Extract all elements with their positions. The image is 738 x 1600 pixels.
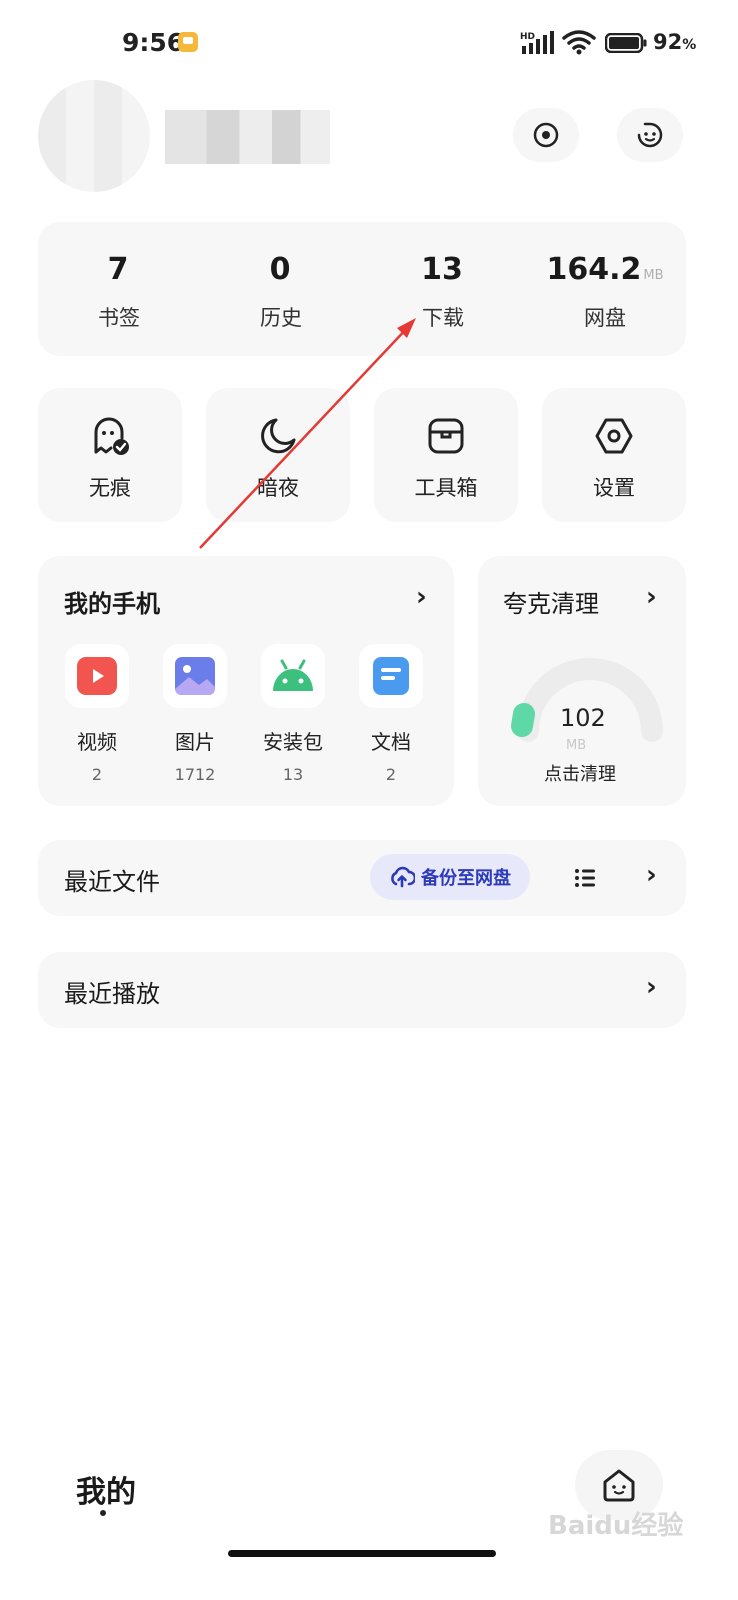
recent-play-row[interactable]: 最近播放 › [38,952,686,1028]
chevron-right-icon[interactable]: › [646,582,657,612]
my-phone-title: 我的手机 [64,590,160,618]
stat-label: 书签 [98,306,140,330]
recent-files-row[interactable]: 最近文件 备份至网盘 › [38,840,686,916]
quark-cleaner-card[interactable]: 夸克清理 › 102 MB 点击清理 [478,556,686,806]
backup-to-cloud-button[interactable]: 备份至网盘 [370,854,530,900]
moon-icon [261,418,296,454]
notification-icon [178,32,198,52]
tile-settings[interactable]: 设置 [542,388,686,522]
stat-label: 历史 [260,306,302,330]
cleaner-action[interactable]: 点击清理 [544,760,616,786]
chevron-right-icon[interactable]: › [646,860,657,890]
backup-label: 备份至网盘 [421,868,511,889]
stat-label: 网盘 [584,306,626,330]
stat-bookmarks[interactable]: 7 书签 [38,250,200,332]
stat-value: 7 [107,252,129,287]
tile-label: 暗夜 [257,476,299,500]
app-name: 安装包 [263,730,323,754]
stat-unit: MB [643,268,664,283]
eye-icon [533,122,559,148]
app-images[interactable]: 图片 1712 [150,644,240,784]
battery-icon [605,33,647,53]
tile-incognito[interactable]: 无痕 [38,388,182,522]
recent-play-title: 最近播放 [64,980,160,1008]
smiley-face-icon [637,122,663,148]
stat-cloud-drive[interactable]: 164.2 MB 网盘 [524,250,686,332]
app-count: 2 [385,765,397,784]
app-count: 2 [91,765,103,784]
app-count: 13 [282,765,304,784]
ghost-check-icon [94,417,129,455]
stat-downloads[interactable]: 13 下载 [362,250,524,332]
home-icon [603,1469,635,1502]
skin-button[interactable] [617,108,683,162]
gesture-home-indicator[interactable] [228,1550,496,1557]
app-video[interactable]: 视频 2 [52,644,142,784]
stat-label: 下载 [422,306,464,330]
stat-value: 0 [269,252,291,287]
chevron-right-icon[interactable]: › [416,582,427,612]
chevron-right-icon[interactable]: › [646,972,657,1002]
toolbox-icon [428,418,464,454]
android-icon [273,659,313,691]
app-name: 文档 [371,730,411,754]
avatar[interactable] [38,80,150,192]
wifi-icon [562,30,596,55]
stat-value: 164.2 [546,252,642,287]
app-apk[interactable]: 安装包 13 [248,644,338,784]
app-name: 图片 [175,730,215,754]
app-documents[interactable]: 文档 2 [346,644,436,784]
video-icon [77,657,117,695]
battery-percent: 92% [653,30,697,54]
cellular-signal-icon: HD [520,31,554,54]
tile-night-mode[interactable]: 暗夜 [206,388,350,522]
watermark: Baidu经验 [548,1511,684,1541]
my-phone-card[interactable]: 我的手机 › 视频 2 图片 1712 安装包 13 文档 2 [38,556,454,806]
visibility-button[interactable] [513,108,579,162]
app-count: 1712 [174,765,216,784]
tab-mine[interactable]: 我的 [76,1467,136,1511]
tile-label: 无痕 [89,476,131,500]
list-view-icon[interactable] [574,867,596,889]
network-type-label: HD [520,32,535,42]
image-icon [175,657,215,695]
cleaner-unit: MB [566,738,587,753]
stats-card: 7 书签 0 历史 13 下载 164.2 MB 网盘 [38,222,686,356]
stat-value: 13 [421,252,463,287]
hexagon-settings-icon [595,418,633,454]
active-tab-indicator [100,1510,106,1516]
stat-history[interactable]: 0 历史 [200,250,362,332]
username-redacted[interactable] [165,110,330,164]
document-icon [373,657,409,695]
tile-label: 工具箱 [414,476,478,500]
app-name: 视频 [77,730,117,754]
tile-label: 设置 [593,476,635,500]
cleaner-title: 夸克清理 [503,590,599,618]
tile-toolbox[interactable]: 工具箱 [374,388,518,522]
cloud-upload-icon [391,866,415,888]
recent-files-title: 最近文件 [64,868,160,896]
cleaner-value: 102 [560,704,606,732]
status-time: 9:56 [122,28,185,57]
